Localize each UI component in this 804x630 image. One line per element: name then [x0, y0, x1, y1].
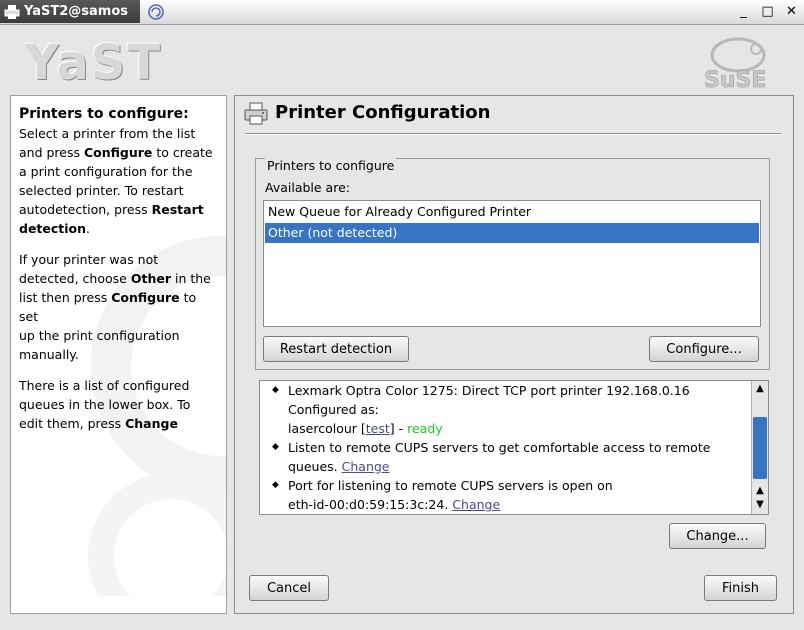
printer-list[interactable]: New Queue for Already Configured Printer…	[263, 200, 761, 327]
help-paragraph-1: Select a printer from the list and press…	[19, 126, 213, 236]
scroll-thumb[interactable]	[753, 417, 767, 479]
list-item: ◆ Port for listening to remote CUPS serv…	[272, 478, 613, 512]
change-link[interactable]: Change	[342, 459, 390, 474]
finish-button[interactable]: Finish	[704, 575, 777, 601]
yast-logo: YaST	[24, 35, 163, 91]
bullet-icon: ◆	[272, 480, 279, 490]
window-title: YaST2@samos	[24, 4, 128, 19]
available-label: Available are:	[265, 180, 350, 195]
maximize-icon[interactable]: □	[758, 3, 777, 21]
change-link[interactable]: Change	[452, 497, 500, 512]
group-label: Printers to configure	[265, 158, 397, 173]
configure-button[interactable]: Configure...	[649, 336, 759, 362]
restart-detection-button[interactable]: Restart detection	[263, 336, 409, 362]
cancel-button[interactable]: Cancel	[249, 575, 329, 601]
list-item[interactable]: Other (not detected)	[265, 223, 759, 243]
page-title: Printer Configuration	[275, 102, 491, 123]
title-divider	[245, 133, 781, 135]
scroll-up-icon[interactable]: ▲	[752, 484, 768, 498]
suse-logo-icon: SuSE	[704, 37, 767, 89]
bullet-icon: ◆	[272, 385, 279, 395]
bullet-icon: ◆	[272, 442, 279, 452]
list-item[interactable]: New Queue for Already Configured Printer	[265, 202, 759, 222]
status-ready: ready	[407, 421, 443, 436]
svg-text:SuSE: SuSE	[704, 68, 766, 89]
scroll-down-icon[interactable]: ▼	[752, 498, 768, 512]
help-text: Printers to configure: Select a printer …	[19, 104, 219, 445]
queue-info-list: ◆ Lexmark Optra Color 1275: Direct TCP p…	[272, 381, 750, 514]
minimize-icon[interactable]: _	[734, 3, 753, 21]
swirl-icon[interactable]	[146, 3, 166, 21]
printer-icon	[4, 5, 20, 19]
help-heading: Printers to configure:	[19, 106, 189, 122]
header-band: YaST SuSE	[0, 25, 804, 93]
test-link[interactable]: test	[366, 421, 390, 436]
close-icon[interactable]: ✕	[782, 3, 801, 21]
configured-queues-box[interactable]: ◆ Lexmark Optra Color 1275: Direct TCP p…	[259, 380, 769, 515]
help-paragraph-2: If your printer was not detected, choose…	[19, 252, 211, 362]
title-bar: YaST2@samos _ □ ✕	[0, 0, 804, 25]
list-item: ◆ Lexmark Optra Color 1275: Direct TCP p…	[272, 383, 690, 436]
scrollbar[interactable]: ▲ ▲ ▼	[751, 381, 768, 514]
help-pane: Printers to configure: Select a printer …	[10, 95, 227, 614]
scroll-up-icon[interactable]: ▲	[752, 382, 768, 396]
help-paragraph-3: There is a list of configured queues in …	[19, 378, 191, 431]
printer-icon	[244, 102, 268, 125]
change-button[interactable]: Change...	[669, 523, 766, 549]
window-title-tab[interactable]: YaST2@samos	[0, 0, 140, 23]
main-pane: Printer Configuration Printers to config…	[234, 95, 794, 614]
list-item: ◆ Listen to remote CUPS servers to get c…	[272, 440, 711, 474]
